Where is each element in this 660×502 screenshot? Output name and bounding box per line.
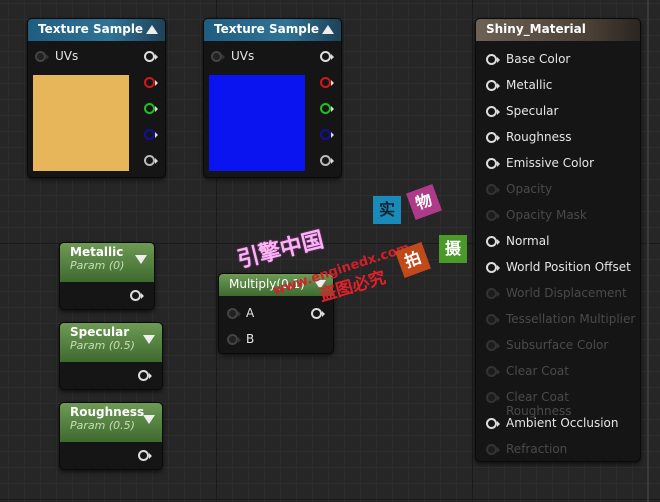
input-pin[interactable] <box>486 132 500 143</box>
param-header[interactable]: Metallic Param (0) <box>60 243 154 282</box>
input-pin[interactable] <box>486 366 500 377</box>
input-pin[interactable] <box>486 80 500 91</box>
output-pin-a[interactable] <box>320 155 334 166</box>
input-pin[interactable] <box>486 288 500 299</box>
material-node[interactable]: Shiny_Material Base Color Metallic Specu… <box>475 18 641 462</box>
output-pin[interactable] <box>311 308 325 319</box>
material-input-row[interactable]: Clear Coat Roughness <box>486 388 636 418</box>
material-input-row[interactable]: Refraction <box>486 440 636 460</box>
input-pin-a[interactable] <box>227 308 241 319</box>
output-pin-g[interactable] <box>320 103 334 114</box>
input-pin-b[interactable] <box>227 334 241 345</box>
material-input-row[interactable]: Clear Coat <box>486 362 636 382</box>
collapse-icon[interactable] <box>314 280 326 289</box>
material-input-row[interactable]: World Position Offset <box>486 258 636 278</box>
output-pin[interactable] <box>138 450 152 461</box>
material-input-row[interactable]: Base Color <box>486 50 636 70</box>
material-header: Shiny_Material <box>476 19 640 41</box>
uvs-input-pin[interactable] <box>211 51 225 62</box>
texture-sample-node[interactable]: Texture Sample UVs <box>27 18 166 178</box>
watermark-tag: 摄 <box>439 235 467 263</box>
input-pin[interactable] <box>486 210 500 221</box>
texture-sample-header[interactable]: Texture Sample <box>28 19 165 41</box>
input-pin[interactable] <box>486 158 500 169</box>
input-pin[interactable] <box>486 236 500 247</box>
output-pin-b[interactable] <box>320 129 334 140</box>
param-node-specular[interactable]: Specular Param (0.5) <box>59 322 163 390</box>
output-pin-rgb[interactable] <box>144 51 158 62</box>
input-pin[interactable] <box>486 314 500 325</box>
collapse-icon[interactable] <box>143 335 155 344</box>
output-pin-r[interactable] <box>320 77 334 88</box>
material-input-row[interactable]: Ambient Occlusion <box>486 414 636 434</box>
collapse-icon[interactable] <box>146 25 158 34</box>
input-pin[interactable] <box>486 54 500 65</box>
param-header[interactable]: Roughness Param (0.5) <box>60 403 162 442</box>
output-pin-r[interactable] <box>144 77 158 88</box>
input-pin[interactable] <box>486 184 500 195</box>
input-pin[interactable] <box>486 106 500 117</box>
material-input-row[interactable]: Normal <box>486 232 636 252</box>
uvs-input-pin[interactable] <box>35 51 49 62</box>
material-input-row[interactable]: Subsurface Color <box>486 336 636 356</box>
watermark-tag: 实 <box>373 196 401 224</box>
texture-preview <box>33 75 129 171</box>
material-input-row[interactable]: Metallic <box>486 76 636 96</box>
panel-divider <box>647 0 649 502</box>
input-pin[interactable] <box>486 340 500 351</box>
texture-sample-node[interactable]: Texture Sample UVs <box>203 18 342 178</box>
multiply-node[interactable]: Multiply(0,1) A B <box>218 273 334 354</box>
output-pin[interactable] <box>138 370 152 381</box>
material-input-row[interactable]: Opacity Mask <box>486 206 636 226</box>
input-pin[interactable] <box>486 392 500 403</box>
collapse-icon[interactable] <box>322 25 334 34</box>
texture-sample-header[interactable]: Texture Sample <box>204 19 341 41</box>
output-pin-b[interactable] <box>144 129 158 140</box>
input-pin[interactable] <box>486 444 500 455</box>
material-input-row[interactable]: World Displacement <box>486 284 636 304</box>
texture-preview <box>209 75 305 171</box>
watermark-tag: 物 <box>406 184 442 220</box>
param-header[interactable]: Specular Param (0.5) <box>60 323 162 362</box>
collapse-icon[interactable] <box>135 255 147 264</box>
watermark-tag: 拍 <box>395 242 431 278</box>
watermark-brand: 引擎中国 <box>234 227 327 274</box>
material-input-row[interactable]: Emissive Color <box>486 154 636 174</box>
param-node-roughness[interactable]: Roughness Param (0.5) <box>59 402 163 470</box>
uvs-label: UVs <box>231 49 255 63</box>
output-pin-g[interactable] <box>144 103 158 114</box>
input-pin[interactable] <box>486 262 500 273</box>
material-input-row[interactable]: Roughness <box>486 128 636 148</box>
pin-label: B <box>246 332 255 346</box>
collapse-icon[interactable] <box>143 415 155 424</box>
param-node-metallic[interactable]: Metallic Param (0) <box>59 242 155 310</box>
input-pin[interactable] <box>486 418 500 429</box>
material-input-row[interactable]: Opacity <box>486 180 636 200</box>
multiply-header[interactable]: Multiply(0,1) <box>219 274 333 296</box>
pin-label: A <box>246 306 255 320</box>
output-pin-a[interactable] <box>144 155 158 166</box>
output-pin[interactable] <box>130 290 144 301</box>
material-input-row[interactable]: Specular <box>486 102 636 122</box>
output-pin-rgb[interactable] <box>320 51 334 62</box>
uvs-label: UVs <box>55 49 79 63</box>
material-input-row[interactable]: Tessellation Multiplier <box>486 310 636 330</box>
